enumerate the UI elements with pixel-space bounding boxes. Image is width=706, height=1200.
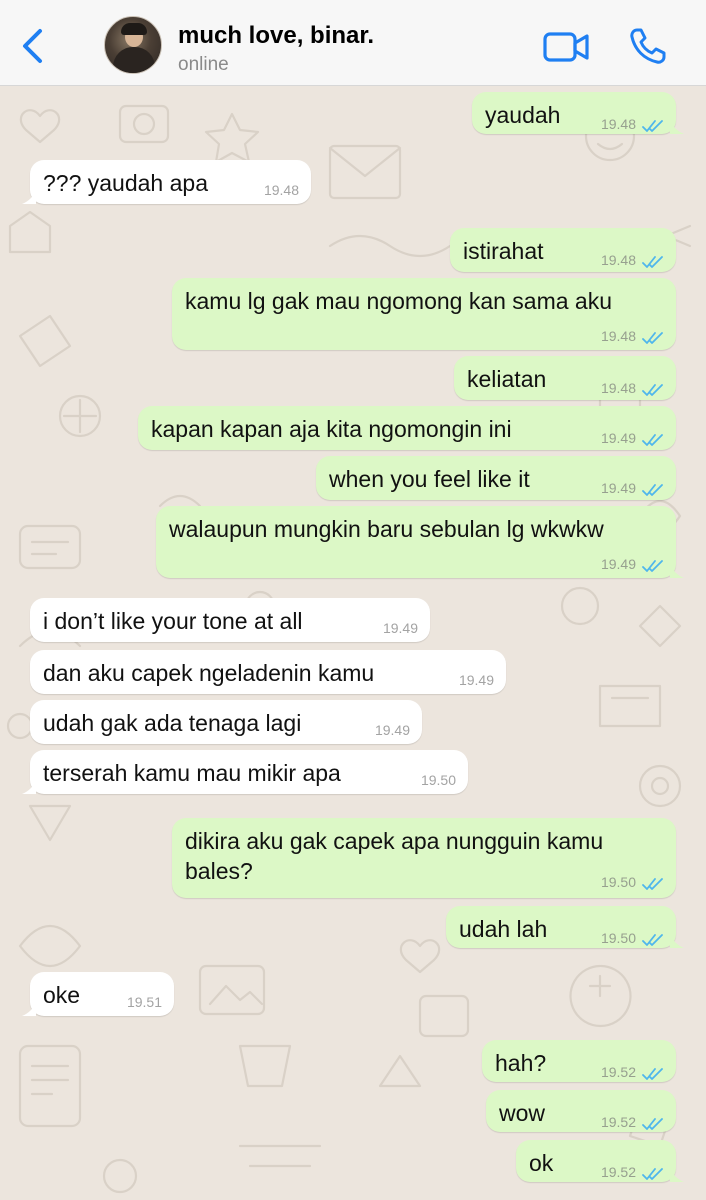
outgoing-message-bubble[interactable]: kapan kapan aja kita ngomongin ini 19.49	[138, 406, 676, 450]
bubble-tail	[22, 780, 36, 794]
outgoing-message-bubble[interactable]: when you feel like it 19.49	[316, 456, 676, 500]
incoming-message-bubble[interactable]: udah gak ada tenaga lagi 19.49	[30, 700, 422, 744]
message-text: ok	[529, 1150, 554, 1176]
message-timestamp: 19.49	[600, 556, 636, 572]
contact-status: online	[178, 54, 229, 75]
incoming-message-bubble[interactable]: i don’t like your tone at all 19.49	[30, 598, 430, 642]
outgoing-message-bubble[interactable]: kamu lg gak mau ngomong kan sama aku 19.4…	[172, 278, 676, 350]
message-timestamp: 19.51	[126, 994, 162, 1010]
read-receipt-double-tick-icon	[642, 434, 663, 446]
read-receipt-double-tick-icon	[642, 1068, 663, 1080]
message-text: istirahat	[463, 238, 544, 264]
outgoing-message-bubble[interactable]: wow 19.52	[486, 1090, 676, 1132]
incoming-message-bubble[interactable]: ??? yaudah apa 19.48	[22, 160, 311, 204]
bubble-tail	[670, 1168, 684, 1182]
chat-header: much love, binar. online	[0, 0, 706, 86]
message-timestamp: 19.50	[600, 930, 636, 946]
message-timestamp: 19.52	[600, 1164, 636, 1180]
outgoing-message-bubble[interactable]: dikira aku gak capek apa nungguin kamu b…	[172, 818, 676, 898]
outgoing-message-bubble[interactable]: ok 19.52	[516, 1140, 684, 1182]
message-timestamp: 19.48	[600, 252, 636, 268]
message-text: terserah kamu mau mikir apa	[43, 760, 341, 786]
bubble-tail	[22, 190, 36, 204]
outgoing-message-bubble[interactable]: yaudah 19.48	[472, 92, 684, 134]
avatar[interactable]	[104, 16, 162, 74]
message-timestamp: 19.48	[600, 380, 636, 396]
message-timestamp: 19.50	[420, 772, 456, 788]
message-timestamp: 19.49	[382, 620, 418, 636]
contact-name[interactable]: much love, binar.	[178, 22, 374, 50]
read-receipt-double-tick-icon	[642, 1118, 663, 1130]
message-timestamp: 19.50	[600, 874, 636, 890]
message-timestamp: 19.52	[600, 1114, 636, 1130]
incoming-message-bubble[interactable]: terserah kamu mau mikir apa 19.50	[22, 750, 468, 794]
chat-area[interactable]: yaudah 19.48 ??? yaudah apa 19.48 istirahat 1…	[0, 86, 706, 1200]
message-text: kamu lg gak mau ngomong kan sama aku	[185, 288, 613, 314]
bubble-tail	[22, 1002, 36, 1016]
message-text: i don’t like your tone at all	[43, 608, 303, 634]
message-timestamp: 19.49	[458, 672, 494, 688]
chevron-left-icon[interactable]	[18, 28, 48, 64]
video-camera-icon[interactable]	[542, 28, 590, 66]
message-text: udah lah	[459, 916, 548, 942]
read-receipt-double-tick-icon	[642, 934, 663, 946]
message-text: oke	[43, 982, 81, 1008]
outgoing-message-bubble[interactable]: istirahat 19.48	[450, 228, 676, 272]
message-timestamp: 19.48	[263, 182, 299, 198]
message-timestamp: 19.48	[600, 328, 636, 344]
message-text: udah gak ada tenaga lagi	[43, 710, 302, 736]
read-receipt-double-tick-icon	[642, 878, 663, 890]
message-text: when you feel like it	[329, 466, 530, 492]
message-timestamp: 19.52	[600, 1064, 636, 1080]
message-timestamp: 19.49	[600, 480, 636, 496]
incoming-message-bubble[interactable]: oke 19.51	[22, 972, 174, 1016]
message-text: yaudah	[485, 102, 561, 128]
outgoing-message-bubble[interactable]: hah? 19.52	[482, 1040, 676, 1082]
outgoing-message-bubble[interactable]: walaupun mungkin baru sebulan lg wkwkw 19…	[156, 506, 684, 578]
message-text: hah?	[495, 1050, 547, 1076]
message-text: keliatan	[467, 366, 547, 392]
message-timestamp: 19.49	[374, 722, 410, 738]
read-receipt-double-tick-icon	[642, 560, 663, 572]
outgoing-message-bubble[interactable]: udah lah 19.50	[446, 906, 684, 948]
message-text: kapan kapan aja kita ngomongin ini	[151, 416, 512, 442]
message-text: ??? yaudah apa	[43, 170, 208, 196]
message-text: walaupun mungkin baru sebulan lg wkwkw	[169, 516, 604, 542]
bubble-tail	[670, 564, 684, 578]
read-receipt-double-tick-icon	[642, 484, 663, 496]
bubble-tail	[670, 120, 684, 134]
message-text: dan aku capek ngeladenin kamu	[43, 660, 375, 686]
read-receipt-double-tick-icon	[642, 1168, 663, 1180]
read-receipt-double-tick-icon	[642, 384, 663, 396]
message-timestamp: 19.49	[600, 430, 636, 446]
incoming-message-bubble[interactable]: dan aku capek ngeladenin kamu 19.49	[30, 650, 506, 694]
read-receipt-double-tick-icon	[642, 120, 663, 132]
message-text: wow	[499, 1100, 546, 1126]
read-receipt-double-tick-icon	[642, 256, 663, 268]
message-text: dikira aku gak capek apa nungguin kamu b…	[185, 828, 604, 884]
read-receipt-double-tick-icon	[642, 332, 663, 344]
outgoing-message-bubble[interactable]: keliatan 19.48	[454, 356, 676, 400]
message-timestamp: 19.48	[600, 116, 636, 132]
phone-icon[interactable]	[628, 26, 668, 66]
bubble-tail	[670, 934, 684, 948]
